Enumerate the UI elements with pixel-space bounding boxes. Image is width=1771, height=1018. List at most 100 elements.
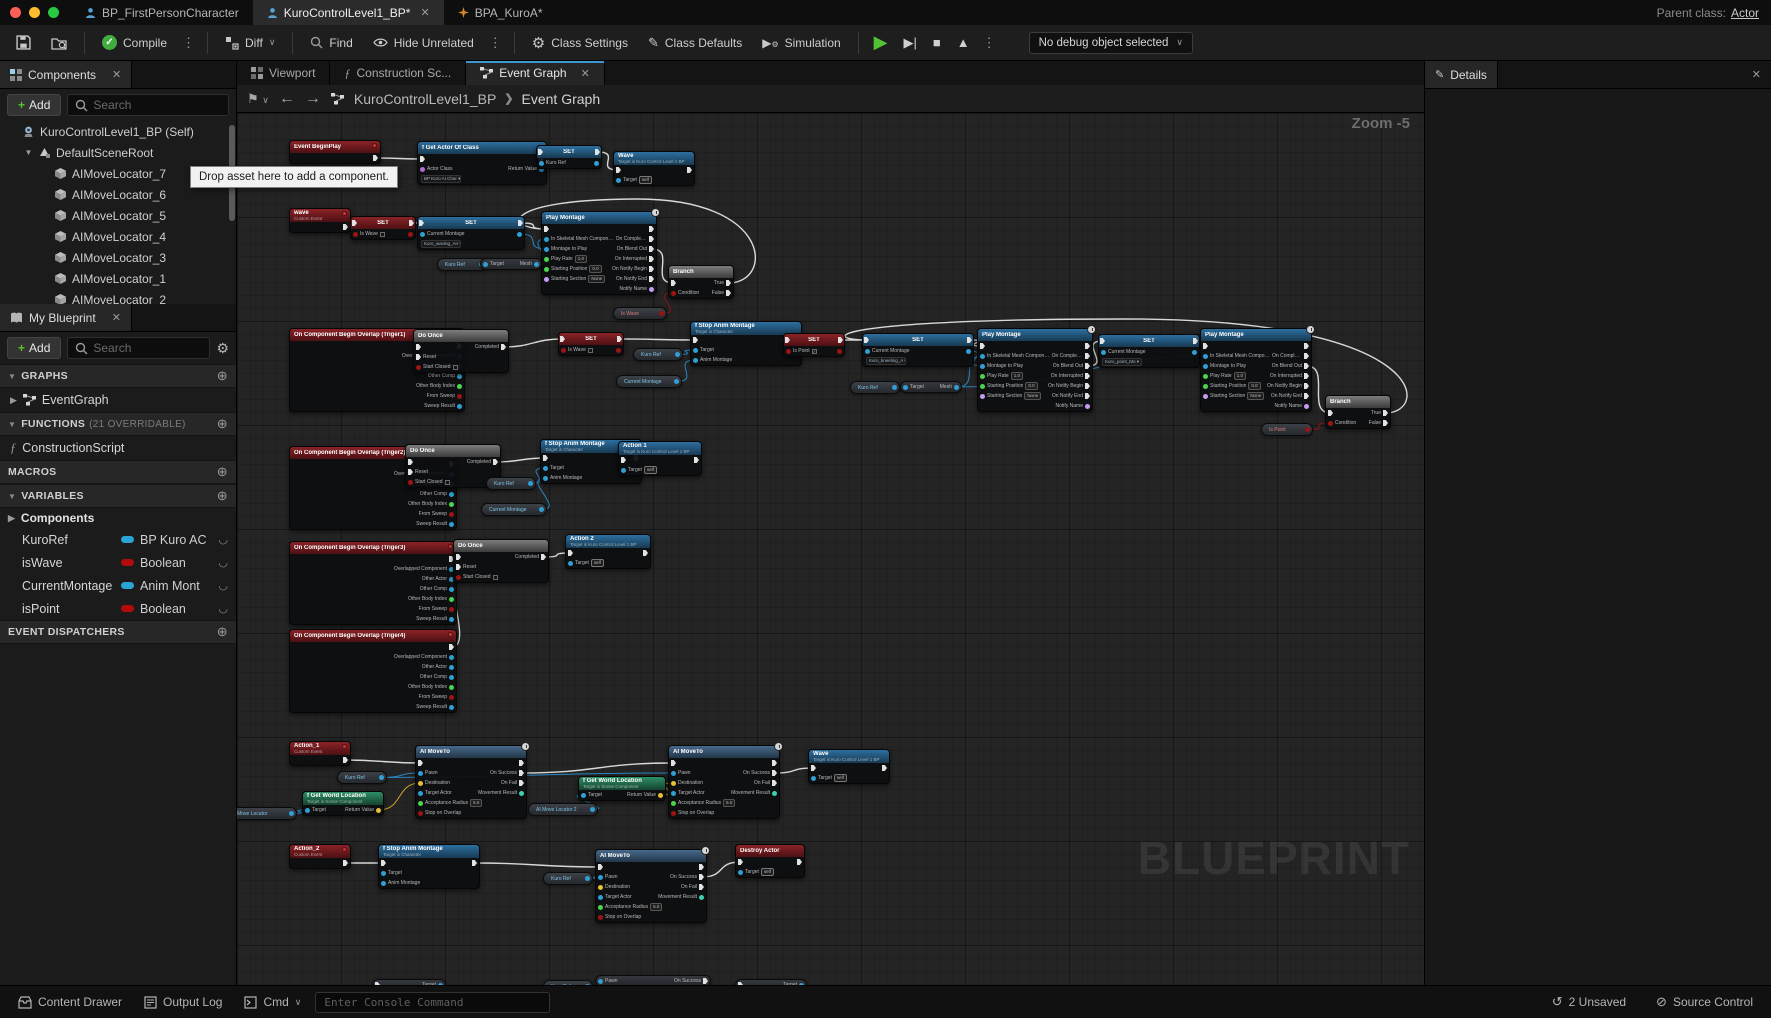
pin[interactable] xyxy=(671,790,676,796)
delegate-pin[interactable] xyxy=(342,847,347,852)
pin[interactable] xyxy=(541,554,546,560)
pin[interactable] xyxy=(1304,393,1309,399)
macos-traffic-lights[interactable] xyxy=(0,0,71,25)
pin[interactable] xyxy=(864,337,869,343)
getter-node-kr_d[interactable]: Kuro Ref xyxy=(486,477,536,490)
pin[interactable] xyxy=(534,261,539,267)
pin[interactable] xyxy=(1304,403,1309,409)
pin[interactable] xyxy=(472,860,477,866)
macros-section-header[interactable]: MACROS ⊕ xyxy=(0,460,236,484)
pin[interactable] xyxy=(738,859,743,865)
node-do1[interactable]: Do Once Completed Reset Start Closed xyxy=(413,329,509,373)
node-pm3[interactable]: Play Montage In Skeletal Mesh Component On… xyxy=(1200,325,1315,412)
pin[interactable] xyxy=(416,364,421,370)
pin[interactable] xyxy=(649,236,654,242)
node-set_iw2[interactable]: SET Is Wave xyxy=(558,332,624,356)
pin[interactable] xyxy=(418,810,423,816)
tab-kurocontrollevel1-bp[interactable]: KuroControlLevel1_BP* ✕ xyxy=(252,0,444,25)
node-gac[interactable]: f Get Actor Of Class Actor Class Return Va… xyxy=(417,141,547,185)
pin[interactable] xyxy=(483,261,488,267)
hide-unrelated-options-icon[interactable]: ⋮ xyxy=(486,35,505,51)
getter-node-kr_c[interactable]: Kuro Ref xyxy=(850,381,900,394)
node-widget[interactable]: 5.0 xyxy=(723,799,736,807)
node-set_ip[interactable]: SET Is Point ✓ xyxy=(783,333,845,357)
pin[interactable] xyxy=(1085,343,1090,349)
pin[interactable] xyxy=(590,807,595,812)
node-widget[interactable]: 5.0 xyxy=(650,903,663,911)
node-widget[interactable] xyxy=(492,574,498,580)
pin[interactable] xyxy=(543,475,548,481)
pin[interactable] xyxy=(493,459,498,465)
eject-button[interactable]: ▲ xyxy=(951,35,976,50)
pin[interactable] xyxy=(1192,349,1197,355)
pin[interactable] xyxy=(544,276,549,282)
node-wave2[interactable]: Wave Target is Kuro Control Level 1 BP Tar… xyxy=(808,749,890,784)
add-macro-icon[interactable]: ⊕ xyxy=(217,464,228,480)
pin[interactable] xyxy=(418,780,423,786)
pin[interactable] xyxy=(381,870,386,876)
node-widget[interactable]: None xyxy=(1247,392,1265,400)
pin[interactable] xyxy=(1304,353,1309,359)
pin[interactable] xyxy=(687,167,692,173)
pin[interactable] xyxy=(1085,393,1090,399)
node-widget[interactable]: None xyxy=(1024,392,1042,400)
node-set_cm3[interactable]: SET Current Montage Kuro_point_Mo ▾ xyxy=(1098,334,1200,368)
pin[interactable] xyxy=(658,792,663,798)
pin[interactable] xyxy=(837,348,842,354)
node-wave1[interactable]: Wave Target is Kuro Control Level 1 BP Tar… xyxy=(613,151,695,186)
node-mv2[interactable]: AI MoveTo Pawn On Success Destination On Fai… xyxy=(668,742,783,819)
pin[interactable] xyxy=(519,770,524,776)
bookmark-icon[interactable]: ⚑ ∨ xyxy=(247,91,269,107)
console-command-input[interactable]: Enter Console Command xyxy=(315,991,551,1013)
node-widget[interactable]: self xyxy=(833,774,847,782)
pin[interactable] xyxy=(1085,363,1090,369)
class-defaults-button[interactable]: ✎ Class Defaults xyxy=(640,31,750,55)
pin[interactable] xyxy=(408,231,413,237)
pin[interactable] xyxy=(882,765,887,771)
pin[interactable] xyxy=(408,479,413,485)
pin[interactable] xyxy=(519,780,524,786)
node-br2[interactable]: Branch True Condition False xyxy=(1325,395,1391,429)
pin[interactable] xyxy=(449,664,454,670)
pin[interactable] xyxy=(539,507,544,512)
variables-section-header[interactable]: ▼ VARIABLES ⊕ xyxy=(0,484,236,508)
pin[interactable] xyxy=(544,266,549,272)
node-widget[interactable]: 5.0 xyxy=(470,799,483,807)
find-button[interactable]: Find xyxy=(302,32,360,54)
pin[interactable] xyxy=(726,280,731,286)
pin[interactable] xyxy=(373,155,378,161)
pin[interactable] xyxy=(621,457,626,463)
pin[interactable] xyxy=(671,780,676,786)
pin[interactable] xyxy=(693,357,698,363)
pin[interactable] xyxy=(675,352,680,357)
node-fx1[interactable]: Target xyxy=(372,979,446,985)
class-settings-button[interactable]: ⚙ Class Settings xyxy=(524,30,636,56)
pin[interactable] xyxy=(585,876,590,881)
node-t3[interactable]: On Component Begin Overlap (Triger3) Over… xyxy=(289,541,457,625)
node-set_kr[interactable]: SET Kuro Ref xyxy=(536,145,602,169)
stop-button[interactable]: ■ xyxy=(927,35,947,50)
node-widget[interactable] xyxy=(587,347,593,353)
pin[interactable] xyxy=(420,156,425,162)
components-search-input[interactable]: Search xyxy=(67,94,229,116)
pin[interactable] xyxy=(289,811,294,816)
pin[interactable] xyxy=(811,775,816,781)
maximize-window-button[interactable] xyxy=(48,7,59,18)
pin[interactable] xyxy=(420,166,425,172)
pin[interactable] xyxy=(449,654,454,660)
compile-button[interactable]: ✓ Compile xyxy=(94,31,175,54)
pin[interactable] xyxy=(671,290,676,296)
pin[interactable] xyxy=(544,226,549,232)
close-icon[interactable]: ✕ xyxy=(112,68,121,81)
source-control-button[interactable]: ⊘ Source Control xyxy=(1648,994,1761,1010)
tab-viewport[interactable]: Viewport xyxy=(237,61,331,85)
pin[interactable] xyxy=(449,674,454,680)
pin[interactable] xyxy=(418,760,423,766)
node-widget[interactable]: 1.0 xyxy=(1233,372,1246,380)
diff-button[interactable]: Diff ∨ xyxy=(217,32,283,54)
pin[interactable] xyxy=(449,501,454,507)
pin[interactable] xyxy=(343,860,348,866)
delegate-pin[interactable] xyxy=(372,143,377,148)
getter-node-aml2[interactable]: AI Move Locator 2 xyxy=(528,803,598,816)
pin[interactable] xyxy=(538,149,543,155)
